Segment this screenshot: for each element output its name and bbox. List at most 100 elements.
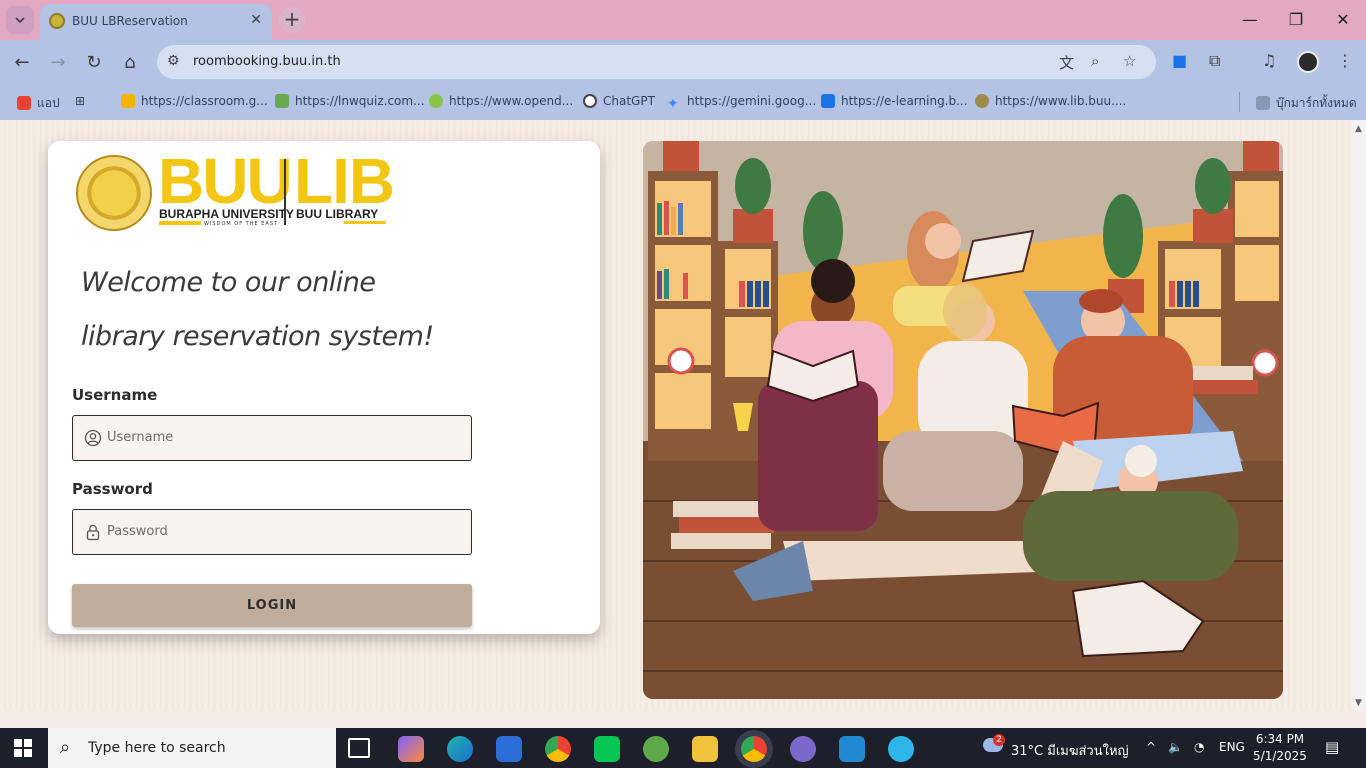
welcome-heading-line1: Welcome to our online [81,267,376,298]
tab-search-button[interactable] [6,6,34,34]
chevron-up-icon[interactable]: ^ [1146,740,1156,754]
folder-icon [1256,96,1270,110]
file-explorer-icon[interactable] [692,736,718,762]
bookmark-label: แอป [37,96,60,110]
bookmark-elearning[interactable]: https://e-learning.b... [821,94,968,108]
bookmark-star-icon[interactable]: ☆ [1123,52,1136,70]
close-tab-icon[interactable]: ✕ [250,12,262,28]
bookmark-label: https://lnwquiz.com... [295,94,425,108]
username-input[interactable] [107,416,467,459]
password-field[interactable] [72,509,472,555]
network-icon[interactable]: ◔ [1194,740,1204,754]
back-arrow-icon[interactable]: ← [9,50,35,76]
translate-icon[interactable]: 文 [1059,52,1074,73]
bookmark-label: https://e-learning.b... [841,94,968,108]
zoom-icon[interactable]: ⌕ [1091,52,1099,70]
logo-underline [159,221,201,225]
logo-buu-subtitle: BURAPHA UNIVERSITY [159,207,294,221]
line-app-icon[interactable] [594,736,620,762]
language-indicator[interactable]: ENG [1219,740,1245,754]
new-tab-button[interactable]: + [279,7,305,33]
clock-date: 5/1/2025 [1253,749,1307,763]
copilot-icon[interactable] [398,736,424,762]
username-label: Username [72,386,158,404]
page-scrollbar[interactable]: ▲ ▼ [1352,120,1366,710]
opend-icon [429,94,443,108]
bookmark-classroom[interactable]: https://classroom.g... [121,94,268,108]
grid-icon[interactable]: ⊞ [75,94,85,108]
bookmark-opend[interactable]: https://www.opend... [429,94,573,108]
canva-icon[interactable] [888,736,914,762]
lnwquiz-icon [275,94,289,108]
task-view-icon[interactable] [348,738,370,758]
restore-window-button[interactable]: ❐ [1284,8,1308,32]
page-background: BUU BURAPHA UNIVERSITY WISDOM OF THE EAS… [0,120,1352,710]
scroll-down-icon[interactable]: ▼ [1355,698,1362,708]
tab-strip: BUU LBReservation ✕ + — ❐ ✕ [0,0,1366,40]
logo-lib-underline [344,221,386,224]
browser-menu-icon[interactable]: ⋮ [1337,51,1353,70]
password-input[interactable] [107,510,467,553]
weather-badge: 2 [993,734,1005,746]
xbox-icon[interactable] [643,736,669,762]
system-clock[interactable]: 6:34 PM 5/1/2025 [1252,731,1308,765]
home-icon[interactable]: ⌂ [117,50,143,76]
search-icon: ⌕ [60,737,71,758]
address-bar[interactable]: ⚙ roombooking.buu.in.th 文 ⌕ ☆ [157,45,1156,79]
logo-lib-subtitle: BUU LIBRARY [296,207,379,221]
url-text[interactable]: roombooking.buu.in.th [193,54,341,69]
taskbar-search-placeholder: Type here to search [88,740,226,756]
reload-icon[interactable]: ↻ [81,50,107,76]
all-bookmarks-folder[interactable]: บุ๊กมาร์กทั้งหมด [1256,94,1357,113]
weather-text[interactable]: 31°C มีเมฆส่วนใหญ่ [1011,740,1129,761]
chatgpt-icon [583,94,597,108]
notification-icon[interactable]: ▤ [1325,738,1339,756]
forward-arrow-icon[interactable]: → [45,50,71,76]
browser-toolbar: ← → ↻ ⌂ ⚙ roombooking.buu.in.th 文 ⌕ ☆ ■ … [0,40,1366,86]
classroom-icon [121,94,135,108]
bookmark-gemini[interactable]: ✦ https://gemini.goog... [667,94,816,111]
lib-icon [975,94,989,108]
clock-time: 6:34 PM [1255,732,1305,746]
media-control-icon[interactable]: ♫ [1262,51,1276,70]
extensions-icon[interactable]: ⧉ [1209,51,1220,71]
google-translate-extension-icon[interactable]: ■ [1172,51,1187,70]
vscode-icon[interactable] [839,736,865,762]
logo-buu-text: BUU [158,149,293,213]
bookmark-lnwquiz[interactable]: https://lnwquiz.com... [275,94,425,108]
password-label: Password [72,480,153,498]
windows-start-icon[interactable] [14,739,32,757]
bookmark-label: https://www.lib.buu.... [995,94,1127,108]
bookmark-chatgpt[interactable]: ChatGPT [583,94,655,108]
browser-tab-active[interactable]: BUU LBReservation ✕ [40,4,272,40]
bookmark-lib[interactable]: https://www.lib.buu.... [975,94,1126,108]
close-window-button[interactable]: ✕ [1331,8,1355,32]
chevron-down-icon [15,17,25,24]
speaker-icon[interactable]: 🔈 [1168,740,1183,754]
logo-divider [284,159,286,225]
elearning-icon [821,94,835,108]
login-card: BUU BURAPHA UNIVERSITY WISDOM OF THE EAS… [48,141,600,634]
username-field[interactable] [72,415,472,461]
tab-title: BUU LBReservation [72,14,188,28]
chrome-active-icon[interactable] [741,736,767,762]
bookmark-label: บุ๊กมาร์กทั้งหมด [1276,96,1357,110]
library-illustration [643,141,1283,699]
reading-people-illustration [643,141,1283,699]
site-info-icon[interactable]: ⚙ [167,53,180,69]
taskbar-search-box[interactable]: ⌕ Type here to search [48,728,336,768]
profile-avatar[interactable] [1297,51,1319,73]
bookmark-label: https://classroom.g... [141,94,268,108]
edge-icon[interactable] [447,736,473,762]
login-button[interactable]: LOGIN [72,584,472,627]
user-circle-icon [84,429,102,447]
scroll-up-icon[interactable]: ▲ [1355,124,1362,134]
minimize-window-button[interactable]: — [1238,8,1262,32]
store-icon[interactable] [496,736,522,762]
bookmark-label: ChatGPT [603,94,655,108]
logo-lib-text: LIB [294,145,395,217]
gemini-icon: ✦ [667,96,679,112]
chrome-icon[interactable] [545,736,571,762]
bookmark-apps[interactable]: แอป [17,94,60,113]
github-desktop-icon[interactable] [790,736,816,762]
